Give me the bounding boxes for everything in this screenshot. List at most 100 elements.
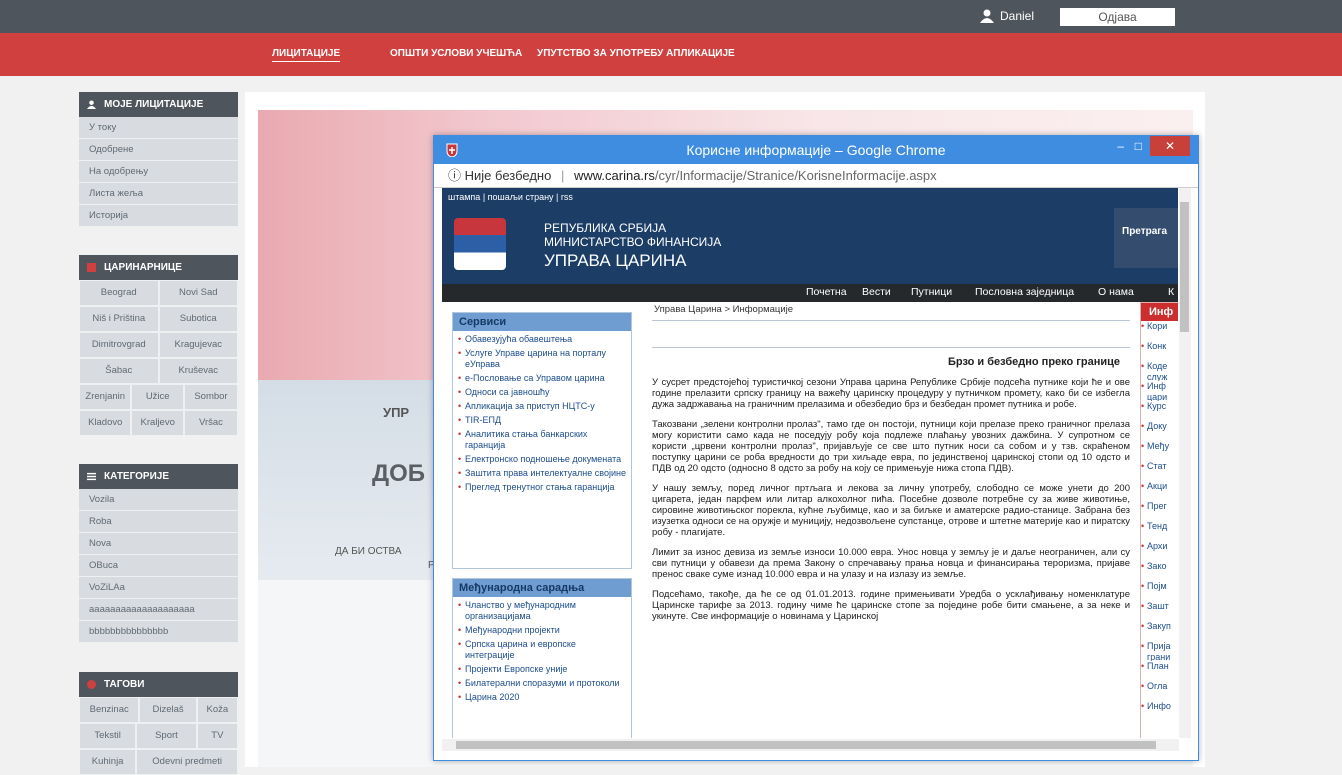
info-link[interactable]: Прег — [1141, 501, 1178, 521]
customs-dimitrovgrad[interactable]: Dimitrovgrad — [79, 332, 159, 358]
info-link[interactable]: Курс — [1141, 401, 1178, 421]
info-link[interactable]: Тенд — [1141, 521, 1178, 541]
intl-link[interactable]: Пројекти Европске уније — [458, 663, 627, 677]
site-tools[interactable]: штампа | пошаљи страну | rss — [448, 192, 573, 202]
vertical-scrollbar[interactable] — [1179, 188, 1191, 738]
category-item[interactable]: aaaaaaaaaaaaaaaaaaaa — [79, 599, 238, 621]
intl-link[interactable]: Билатерални споразуми и протоколи — [458, 677, 627, 691]
service-link[interactable]: TIR-ЕПД — [458, 414, 627, 428]
customs-krusevac[interactable]: Kruševac — [158, 358, 238, 384]
info-link[interactable]: Међу — [1141, 441, 1178, 461]
intl-link[interactable]: Царина 2020 — [458, 691, 627, 705]
category-item[interactable]: OBuca — [79, 555, 238, 577]
customs-vrsac[interactable]: Vršac — [183, 410, 238, 436]
customs-subotica[interactable]: Subotica — [158, 306, 238, 332]
browser-window: Корисне информације – Google Chrome – □ … — [433, 135, 1199, 761]
service-link[interactable]: Заштита права интелектуалне својине — [458, 467, 627, 481]
tag-tv[interactable]: TV — [196, 723, 239, 749]
tag-dizelas[interactable]: Dizelaš — [139, 697, 197, 723]
info-link[interactable]: Инф цари — [1141, 381, 1178, 401]
article-paragraph-4: Лимит за износ девиза из земље износи 10… — [652, 547, 1130, 580]
site-search[interactable]: Претрага — [1114, 208, 1178, 268]
intl-link[interactable]: Чланство у међународним организацијама — [458, 599, 627, 624]
close-button[interactable]: ✕ — [1150, 136, 1190, 156]
logout-button[interactable]: Одјава — [1060, 8, 1175, 26]
tag-odevni-predmeti[interactable]: Odevni predmeti — [136, 749, 239, 775]
address-bar[interactable]: ⓘ Није безбедно | www.carina.rs/cyr/Info… — [434, 164, 1198, 188]
intl-link[interactable]: Српска царина и европске интеграције — [458, 638, 627, 663]
tag-koza[interactable]: Koža — [196, 697, 239, 723]
customs-uzice[interactable]: Užice — [131, 384, 184, 410]
menu-business[interactable]: Пословна заједница — [975, 286, 1074, 298]
category-item[interactable]: Vozila — [79, 489, 238, 511]
minimize-button[interactable]: – — [1117, 139, 1124, 153]
info-link[interactable]: Огла — [1141, 681, 1178, 701]
breadcrumb[interactable]: Управа Царина > Информације — [652, 302, 1130, 321]
tag-sport[interactable]: Sport — [136, 723, 197, 749]
category-item[interactable]: VoZiLAa — [79, 577, 238, 599]
sidebar-item-approved[interactable]: Одобрене — [79, 139, 238, 161]
window-title: Корисне информације – Google Chrome — [686, 142, 946, 158]
customs-nis[interactable]: Niš i Priština — [79, 306, 159, 332]
maximize-button[interactable]: □ — [1135, 139, 1142, 153]
info-link[interactable]: Архи — [1141, 541, 1178, 561]
menu-about[interactable]: О нама — [1098, 286, 1134, 298]
info-link[interactable]: Конк — [1141, 341, 1178, 361]
service-link[interactable]: Апликација за приступ НЦТС-у — [458, 400, 627, 414]
tags-header: ТАГОВИ — [79, 672, 238, 697]
menu-home[interactable]: Почетна — [806, 286, 847, 298]
customs-zrenjanin[interactable]: Zrenjanin — [79, 384, 132, 410]
sidebar-item-history[interactable]: Историја — [79, 205, 238, 227]
intl-link[interactable]: Међународни пројекти — [458, 624, 627, 638]
window-titlebar[interactable]: Корисне информације – Google Chrome – □ … — [434, 136, 1198, 164]
info-link[interactable]: Доку — [1141, 421, 1178, 441]
service-link[interactable]: Преглед тренутног стања гаранција — [458, 481, 627, 495]
menu-news[interactable]: Вести — [862, 286, 891, 298]
customs-beograd[interactable]: Beograd — [79, 280, 159, 306]
info-link[interactable]: Акци — [1141, 481, 1178, 501]
info-link[interactable]: Појм — [1141, 581, 1178, 601]
customs-grid: Beograd Novi Sad Niš i Priština Subotica… — [79, 280, 238, 436]
info-link[interactable]: Коде служ — [1141, 361, 1178, 381]
info-link[interactable]: Кори — [1141, 321, 1178, 341]
customs-sombor[interactable]: Sombor — [183, 384, 238, 410]
service-link[interactable]: Односи са јавношћу — [458, 386, 627, 400]
tag-kuhinja[interactable]: Kuhinja — [79, 749, 137, 775]
nav-terms[interactable]: ОПШТИ УСЛОВИ УЧЕШЋА — [390, 48, 522, 59]
service-link[interactable]: Обавезујућа обавештења — [458, 333, 627, 347]
category-item[interactable]: Roba — [79, 511, 238, 533]
menu-travelers[interactable]: Путници — [911, 286, 952, 298]
horizontal-scroll-thumb[interactable] — [456, 741, 1156, 749]
info-link[interactable]: Зашт — [1141, 601, 1178, 621]
customs-sabac[interactable]: Šabac — [79, 358, 159, 384]
service-link[interactable]: Услуге Управе царина на порталу еУправа — [458, 347, 627, 372]
service-link[interactable]: Електронско подношење докумената — [458, 453, 627, 467]
info-link[interactable]: Прија грани — [1141, 641, 1178, 661]
nav-manual[interactable]: УПУТСТВО ЗА УПОТРЕБУ АПЛИКАЦИЈЕ — [537, 48, 735, 59]
sidebar-item-wishlist[interactable]: Листа жеља — [79, 183, 238, 205]
vertical-scroll-thumb[interactable] — [1180, 202, 1189, 332]
tag-tekstil[interactable]: Tekstil — [79, 723, 137, 749]
customs-novi-sad[interactable]: Novi Sad — [158, 280, 238, 306]
info-link[interactable]: Зако — [1141, 561, 1178, 581]
tag-benzinac[interactable]: Benzinac — [79, 697, 140, 723]
info-link[interactable]: Стат — [1141, 461, 1178, 481]
service-link[interactable]: е-Пословање са Управом царина — [458, 372, 627, 386]
customs-kladovo[interactable]: Kladovo — [79, 410, 132, 436]
service-link[interactable]: Аналитика стања банкарских гаранција — [458, 428, 627, 453]
info-link[interactable]: План — [1141, 661, 1178, 681]
sidebar-item-in-progress[interactable]: У току — [79, 117, 238, 139]
horizontal-scrollbar[interactable] — [442, 739, 1179, 751]
menu-more[interactable]: К — [1168, 286, 1174, 298]
site-header: штампа | пошаљи страну | rss РЕПУБЛИКА С… — [442, 188, 1178, 284]
sidebar-item-pending[interactable]: На одобрењу — [79, 161, 238, 183]
customs-kraljevo[interactable]: Kraljevo — [131, 410, 184, 436]
category-item[interactable]: Nova — [79, 533, 238, 555]
info-link[interactable]: Закуп — [1141, 621, 1178, 641]
nav-auctions[interactable]: ЛИЦИТАЦИЈЕ — [272, 48, 341, 62]
info-link[interactable]: Инфо — [1141, 701, 1178, 721]
customs-kragujevac[interactable]: Kragujevac — [158, 332, 238, 358]
user-menu[interactable]: Daniel — [980, 9, 1034, 23]
category-item[interactable]: bbbbbbbbbbbbbbb — [79, 621, 238, 643]
my-auctions-title: МОЈЕ ЛИЦИТАЦИЈЕ — [104, 99, 204, 110]
